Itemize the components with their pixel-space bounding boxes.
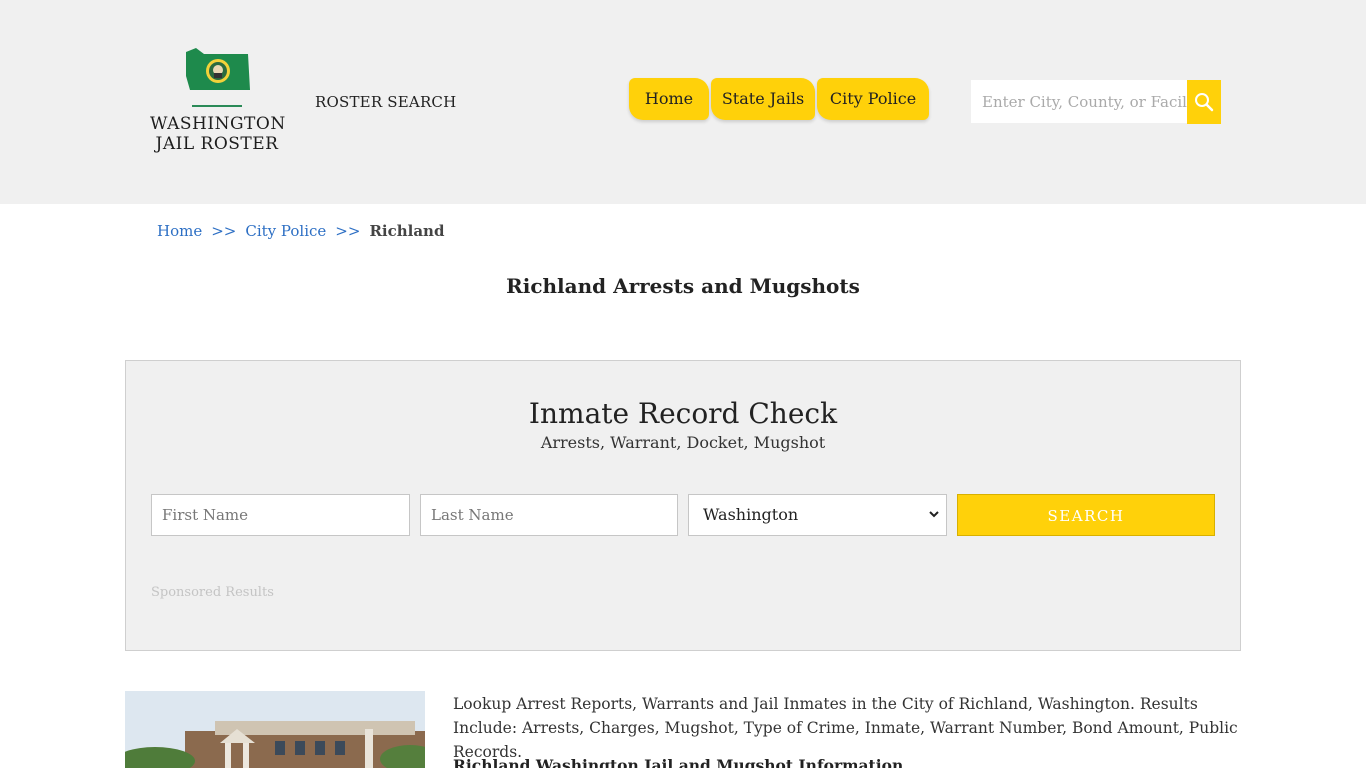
state-select-value: Washington [703, 505, 799, 524]
washington-state-flag-icon [186, 48, 250, 90]
site-header: WASHINGTON JAIL ROSTER ROSTER SEARCH Hom… [0, 0, 1366, 204]
breadcrumb-current: Richland [369, 222, 445, 240]
inmate-record-check-panel: Inmate Record Check Arrests, Warrant, Do… [125, 360, 1241, 651]
city-description: Lookup Arrest Reports, Warrants and Jail… [453, 695, 1238, 761]
breadcrumb-home[interactable]: Home [157, 222, 202, 240]
nav-state-jails[interactable]: State Jails [711, 78, 815, 120]
breadcrumb-separator: >> [335, 222, 361, 240]
breadcrumb: Home >> City Police >> Richland [157, 222, 444, 240]
header-search [971, 80, 1221, 124]
search-button[interactable]: SEARCH [957, 494, 1215, 536]
first-name-input[interactable] [151, 494, 410, 536]
page-title: Richland Arrests and Mugshots [506, 274, 860, 298]
logo-divider [192, 105, 242, 107]
section-subheading: Richland Washington Jail and Mugshot Inf… [453, 756, 904, 768]
sponsored-results-label: Sponsored Results [151, 585, 274, 600]
header-search-button[interactable] [1187, 80, 1221, 124]
site-logo[interactable]: WASHINGTON JAIL ROSTER [150, 46, 286, 158]
city-building-photo [125, 691, 425, 768]
logo-text-line1: WASHINGTON [150, 114, 286, 134]
chevron-down-icon [929, 511, 939, 518]
search-icon [1195, 93, 1214, 112]
main-nav: Home State Jails City Police [629, 78, 929, 120]
record-check-title: Inmate Record Check [528, 397, 838, 430]
logo-text-line2: JAIL ROSTER [155, 134, 279, 154]
state-select[interactable]: Washington [688, 494, 947, 536]
facility-search-input[interactable] [971, 80, 1187, 123]
nav-city-police[interactable]: City Police [817, 78, 929, 120]
roster-search-link[interactable]: ROSTER SEARCH [315, 93, 456, 111]
breadcrumb-separator: >> [211, 222, 237, 240]
last-name-input[interactable] [420, 494, 678, 536]
nav-home[interactable]: Home [629, 78, 709, 120]
breadcrumb-city-police[interactable]: City Police [245, 222, 326, 240]
record-check-subtitle: Arrests, Warrant, Docket, Mugshot [540, 433, 826, 452]
